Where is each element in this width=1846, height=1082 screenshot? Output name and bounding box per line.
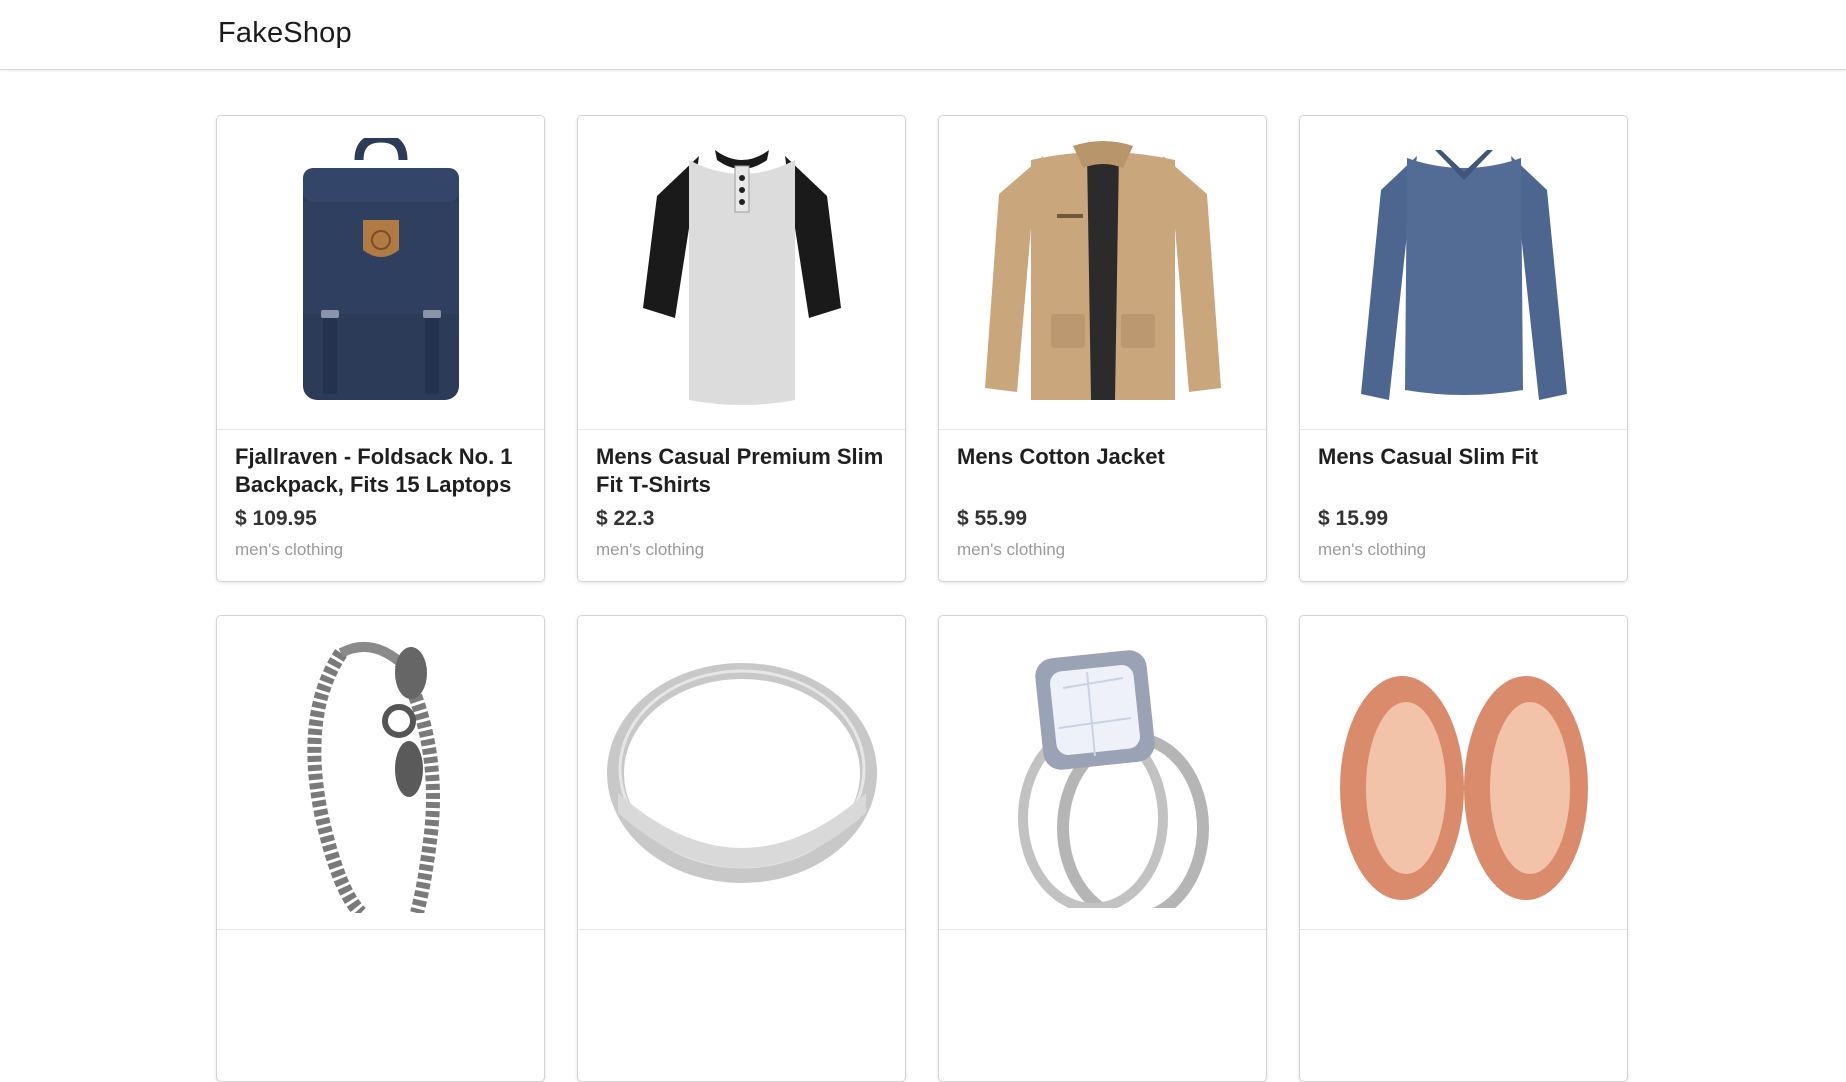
product-image bbox=[217, 616, 544, 930]
product-card[interactable] bbox=[577, 615, 906, 1082]
product-category: men's clothing bbox=[235, 540, 344, 559]
product-image bbox=[939, 616, 1266, 930]
product-price: $ 15.99 bbox=[1318, 507, 1389, 530]
product-card[interactable] bbox=[1299, 615, 1628, 1082]
product-image bbox=[217, 116, 544, 430]
bracelet-icon bbox=[306, 641, 440, 913]
product-image bbox=[1300, 616, 1627, 930]
ring-icon bbox=[606, 662, 877, 883]
product-price: $ 109.95 bbox=[235, 507, 317, 530]
product-category: men's clothing bbox=[596, 540, 705, 559]
product-title[interactable] bbox=[957, 943, 1248, 999]
product-title[interactable]: Mens Cotton Jacket bbox=[957, 443, 1248, 499]
product-card[interactable] bbox=[938, 615, 1267, 1082]
product-title[interactable]: Fjallraven - Foldsack No. 1 Backpack, Fi… bbox=[235, 443, 526, 499]
product-image bbox=[578, 616, 905, 930]
backpack-icon bbox=[302, 137, 459, 400]
ear-plugs-icon bbox=[1339, 675, 1588, 900]
product-title[interactable]: Mens Casual Slim Fit bbox=[1318, 443, 1609, 499]
product-card[interactable]: Fjallraven - Foldsack No. 1 Backpack, Fi… bbox=[216, 115, 545, 582]
product-category: men's clothing bbox=[957, 540, 1066, 559]
product-price: $ 55.99 bbox=[957, 507, 1028, 530]
product-title[interactable] bbox=[1318, 943, 1609, 999]
product-card[interactable]: Mens Casual Premium Slim Fit T-Shirts $ … bbox=[577, 115, 906, 582]
product-title[interactable]: Mens Casual Premium Slim Fit T-Shirts bbox=[596, 443, 887, 499]
tshirt-icon bbox=[642, 149, 841, 405]
product-price: $ 22.3 bbox=[596, 507, 655, 530]
product-image bbox=[1300, 116, 1627, 430]
product-card[interactable]: Mens Casual Slim Fit $ 15.99 men's cloth… bbox=[1299, 115, 1628, 582]
product-image bbox=[939, 116, 1266, 430]
product-grid: Fjallraven - Foldsack No. 1 Backpack, Fi… bbox=[216, 115, 1628, 1082]
longsleeve-icon bbox=[1360, 149, 1567, 400]
jacket-icon bbox=[984, 140, 1221, 400]
product-image bbox=[578, 116, 905, 430]
product-card[interactable]: Mens Cotton Jacket $ 55.99 men's clothin… bbox=[938, 115, 1267, 582]
product-title[interactable] bbox=[235, 943, 526, 999]
product-category: men's clothing bbox=[1318, 540, 1427, 559]
product-title[interactable] bbox=[596, 943, 887, 999]
product-card[interactable] bbox=[216, 615, 545, 1082]
diamond-ring-icon bbox=[1017, 649, 1209, 908]
brand-logo-link[interactable]: FakeShop bbox=[218, 17, 352, 50]
top-navbar: FakeShop bbox=[0, 0, 1846, 70]
